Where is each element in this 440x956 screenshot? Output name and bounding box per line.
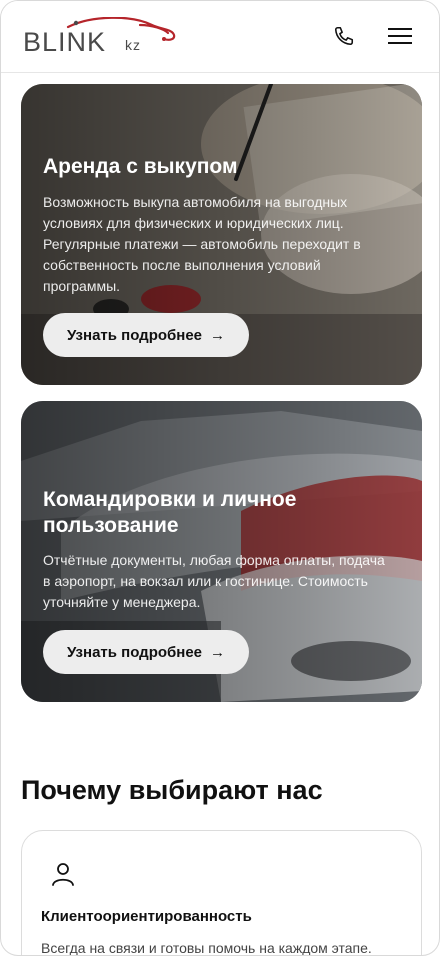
card-description: Отчётные документы, любая форма оплаты, …	[43, 552, 385, 610]
feature-title: Клиентоориентированность	[41, 908, 252, 925]
learn-more-button[interactable]: Узнать подробнее →	[43, 630, 249, 674]
card-title: Аренда с выкупом	[43, 155, 238, 178]
arrow-right-icon: →	[210, 643, 226, 661]
learn-more-button[interactable]: Узнать подробнее →	[43, 313, 249, 357]
menu-button[interactable]	[385, 21, 415, 51]
phone-icon	[334, 26, 354, 46]
site-header: BLINK kz	[1, 1, 439, 73]
learn-more-label: Узнать подробнее	[66, 643, 203, 661]
logo-domain: kz	[125, 37, 141, 53]
feature-card-customer-focus: Клиентоориентированность Всегда на связи…	[21, 830, 422, 956]
feature-description: Всегда на связи и готовы помочь на каждо…	[41, 940, 372, 956]
section-title-why-us: Почему выбирают нас	[21, 775, 323, 805]
user-icon	[52, 863, 74, 886]
logo-wordmark: BLINK	[23, 27, 107, 57]
card-title: Командировки и личное пользование	[43, 488, 297, 537]
page-frame: BLINK kz Аренда с выкупом Возможность вы…	[0, 0, 440, 956]
service-card-lease-to-own: Аренда с выкупом Возможность выкупа авто…	[21, 84, 422, 385]
brand-logo[interactable]: BLINK kz	[22, 17, 182, 59]
hamburger-menu-icon	[388, 28, 412, 44]
learn-more-label: Узнать подробнее	[66, 326, 203, 344]
arrow-right-icon: →	[210, 326, 226, 344]
service-card-business-trips: Командировки и личное пользование Отчётн…	[21, 401, 422, 702]
call-button[interactable]	[329, 21, 359, 51]
card-description: Возможность выкупа автомобиля на выгодны…	[43, 194, 361, 294]
